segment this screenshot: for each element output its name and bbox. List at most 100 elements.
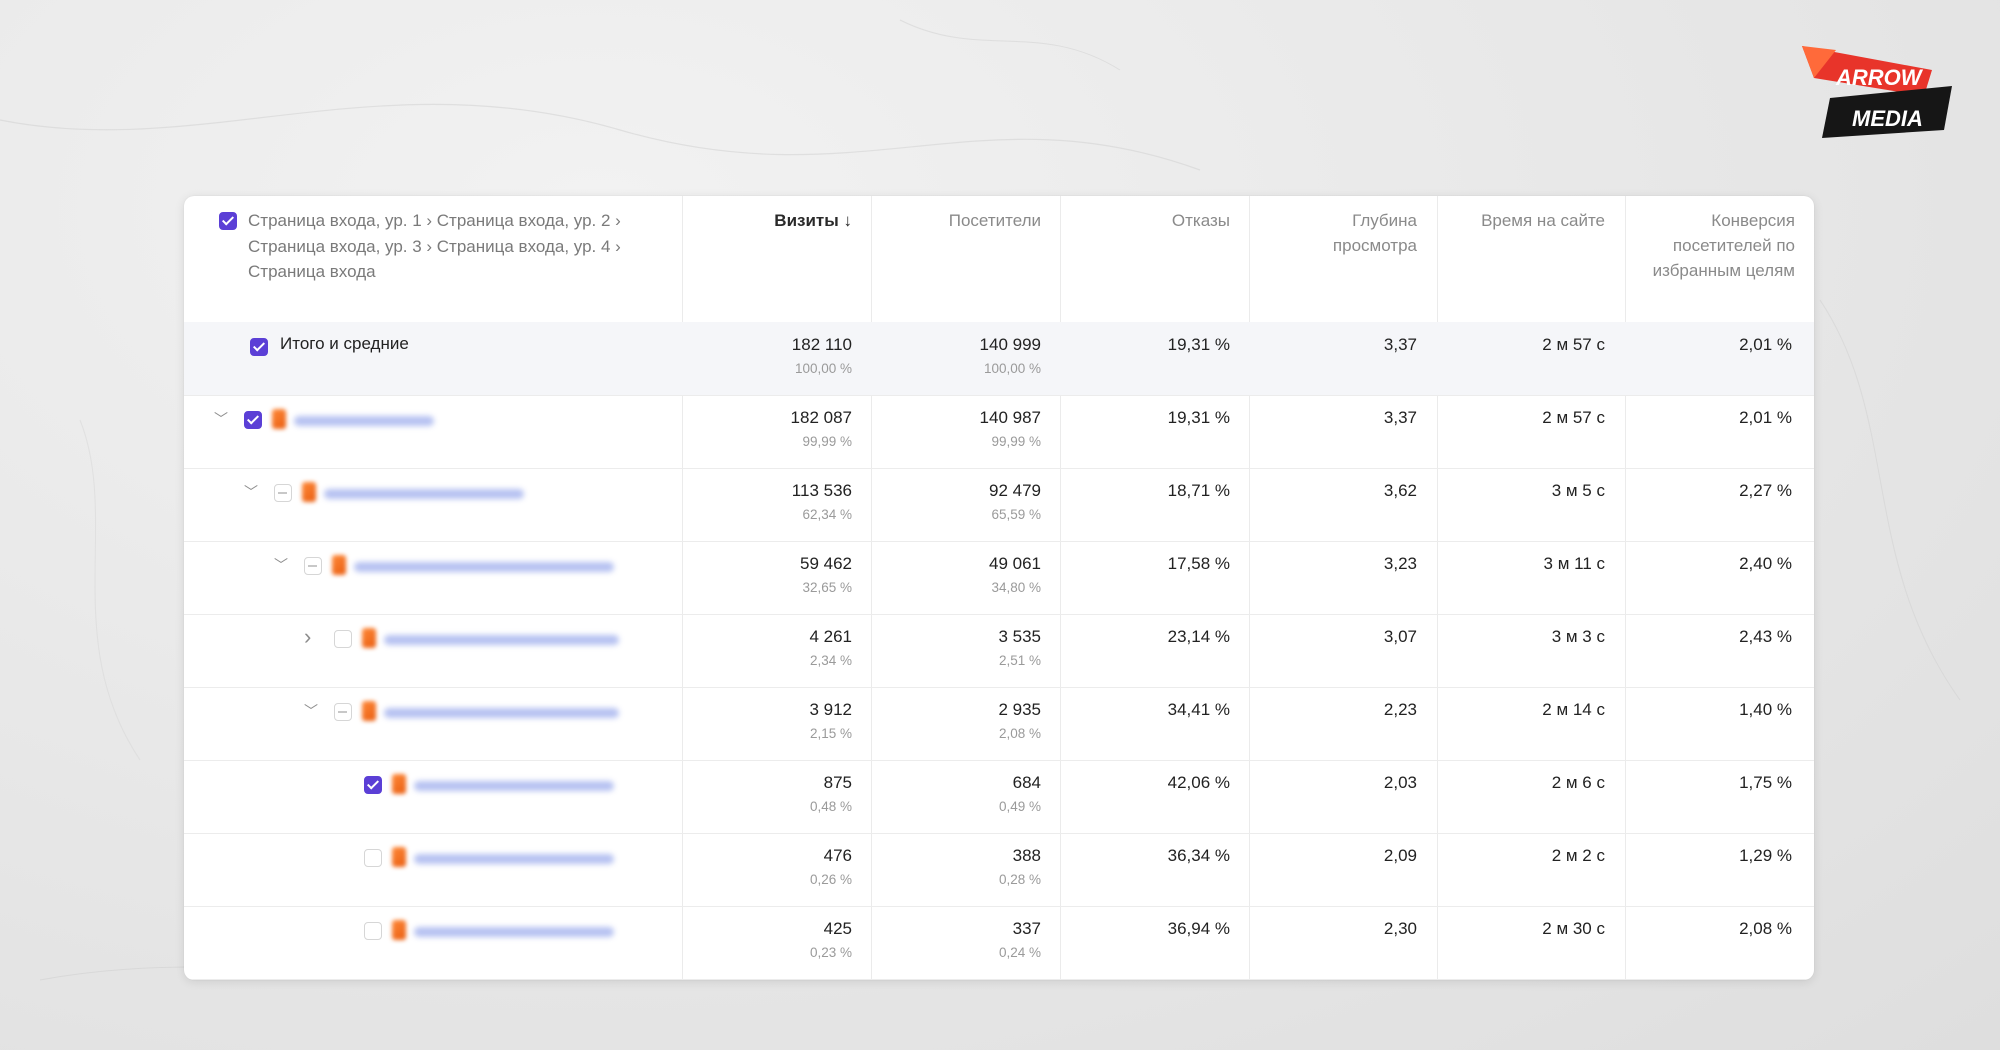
table-row[interactable]: ﹀ 182 087 99,99 % 140 987 99,99 % 19,31 % 3,37… bbox=[184, 395, 1814, 469]
visitors-share: 65,59 % bbox=[991, 507, 1041, 522]
visits-share: 62,34 % bbox=[802, 507, 852, 522]
conversion-value: 2,01 % bbox=[1739, 408, 1792, 427]
chevron-down-icon[interactable]: ﹀ bbox=[274, 555, 288, 575]
visits-share: 0,48 % bbox=[809, 799, 852, 814]
table-row[interactable]: ﹀ 113 536 62,34 % 92 479 65,59 % 18,71 % 3,62 3… bbox=[184, 468, 1814, 542]
row-checkbox[interactable] bbox=[334, 703, 352, 721]
column-header-bounces[interactable]: Отказы bbox=[1060, 208, 1230, 233]
bounces-value: 36,34 % bbox=[1167, 846, 1230, 865]
column-header-conversion[interactable]: Конверсия посетителей по избранным целям bbox=[1625, 208, 1795, 283]
row-checkbox[interactable] bbox=[334, 630, 352, 648]
row-checkbox[interactable] bbox=[244, 411, 262, 429]
bounces-value: 19,31 % bbox=[1167, 335, 1230, 354]
report-table: Страница входа, ур. 1 › Страница входа, … bbox=[184, 196, 1814, 980]
row-checkbox[interactable] bbox=[364, 776, 382, 794]
visitors-share: 0,49 % bbox=[998, 799, 1041, 814]
row-checkbox[interactable] bbox=[364, 849, 382, 867]
visitors-value: 337 bbox=[1012, 919, 1041, 938]
conversion-value: 2,40 % bbox=[1739, 554, 1792, 573]
bounces-value: 36,94 % bbox=[1167, 919, 1230, 938]
visits-value: 3 912 bbox=[809, 700, 852, 719]
page-url-link[interactable] bbox=[414, 854, 614, 864]
bounces-value: 34,41 % bbox=[1167, 700, 1230, 719]
page-url-link[interactable] bbox=[294, 416, 434, 426]
visits-share: 100,00 % bbox=[794, 361, 852, 376]
chevron-down-icon[interactable]: ﹀ bbox=[244, 482, 258, 502]
favicon-icon bbox=[362, 701, 376, 721]
visits-share: 0,26 % bbox=[809, 872, 852, 887]
column-header-time[interactable]: Время на сайте bbox=[1437, 208, 1605, 233]
bounces-value: 19,31 % bbox=[1167, 408, 1230, 427]
row-checkbox[interactable] bbox=[274, 484, 292, 502]
visits-value: 425 bbox=[823, 919, 852, 938]
row-checkbox[interactable] bbox=[364, 922, 382, 940]
favicon-icon bbox=[392, 920, 406, 940]
totals-label: Итого и средние bbox=[280, 334, 409, 353]
table-row[interactable]: 476 0,26 % 388 0,28 % 36,34 % 2,09 2 м 2 с 1,29… bbox=[184, 833, 1814, 907]
time-value: 2 м 30 с bbox=[1542, 919, 1605, 938]
visitors-value: 2 935 bbox=[998, 700, 1041, 719]
visitors-share: 0,28 % bbox=[998, 872, 1041, 887]
row-checkbox[interactable] bbox=[304, 557, 322, 575]
page-url-link[interactable] bbox=[414, 781, 614, 791]
visitors-value: 140 987 bbox=[979, 408, 1041, 427]
table-header: Страница входа, ур. 1 › Страница входа, … bbox=[184, 196, 1814, 323]
visits-share: 2,15 % bbox=[809, 726, 852, 741]
visitors-value: 49 061 bbox=[989, 554, 1041, 573]
visits-share: 99,99 % bbox=[802, 434, 852, 449]
visitors-value: 3 535 bbox=[998, 627, 1041, 646]
table-row[interactable]: ﹀ 59 462 32,65 % 49 061 34,80 % 17,58 % 3,23 3 … bbox=[184, 541, 1814, 615]
visitors-value: 140 999 bbox=[979, 335, 1041, 354]
visits-value: 875 bbox=[823, 773, 852, 792]
favicon-icon bbox=[392, 847, 406, 867]
conversion-value: 1,75 % bbox=[1739, 773, 1792, 792]
table-row[interactable]: 875 0,48 % 684 0,49 % 42,06 % 2,03 2 м 6 с 1,75… bbox=[184, 760, 1814, 834]
arrow-media-logo: ARROW MEDIA bbox=[1802, 46, 1952, 138]
visits-share: 0,23 % bbox=[809, 945, 852, 960]
conversion-value: 2,01 % bbox=[1739, 335, 1792, 354]
bounces-value: 17,58 % bbox=[1167, 554, 1230, 573]
visitors-share: 0,24 % bbox=[998, 945, 1041, 960]
visits-value: 59 462 bbox=[800, 554, 852, 573]
favicon-icon bbox=[332, 555, 346, 575]
visits-value: 113 536 bbox=[791, 481, 852, 500]
page-url-link[interactable] bbox=[384, 708, 619, 718]
chevron-down-icon[interactable]: ﹀ bbox=[214, 409, 228, 429]
visitors-value: 388 bbox=[1012, 846, 1041, 865]
conversion-value: 1,40 % bbox=[1739, 700, 1792, 719]
page-url-link[interactable] bbox=[354, 562, 614, 572]
visits-value: 182 087 bbox=[790, 408, 852, 427]
column-header-depth[interactable]: Глубина просмотра bbox=[1249, 208, 1417, 258]
logo-line-2: MEDIA bbox=[1852, 106, 1923, 131]
table-row[interactable]: ﹀ 3 912 2,15 % 2 935 2,08 % 34,41 % 2,23 2 м 14… bbox=[184, 687, 1814, 761]
favicon-icon bbox=[272, 409, 286, 429]
page-url-link[interactable] bbox=[324, 489, 524, 499]
visitors-share: 2,08 % bbox=[998, 726, 1041, 741]
chevron-right-icon[interactable]: › bbox=[304, 624, 311, 650]
favicon-icon bbox=[392, 774, 406, 794]
dimension-header[interactable]: Страница входа, ур. 1 › Страница входа, … bbox=[248, 208, 648, 285]
select-all-checkbox[interactable] bbox=[219, 212, 237, 230]
favicon-icon bbox=[302, 482, 316, 502]
visitors-share: 2,51 % bbox=[998, 653, 1041, 668]
visitors-share: 99,99 % bbox=[991, 434, 1041, 449]
depth-value: 3,62 bbox=[1383, 481, 1417, 500]
visits-value: 182 110 bbox=[791, 335, 852, 354]
table-row[interactable]: 425 0,23 % 337 0,24 % 36,94 % 2,30 2 м 30 с 2,0… bbox=[184, 906, 1814, 980]
conversion-value: 2,08 % bbox=[1739, 919, 1792, 938]
time-value: 2 м 57 с bbox=[1542, 335, 1605, 354]
time-value: 2 м 14 с bbox=[1542, 700, 1605, 719]
page-url-link[interactable] bbox=[414, 927, 614, 937]
bounces-value: 18,71 % bbox=[1167, 481, 1230, 500]
time-value: 2 м 57 с bbox=[1542, 408, 1605, 427]
column-header-visits[interactable]: Визиты ↓ bbox=[682, 208, 852, 233]
chevron-down-icon[interactable]: ﹀ bbox=[304, 701, 318, 721]
depth-value: 2,09 bbox=[1383, 846, 1417, 865]
page-url-link[interactable] bbox=[384, 635, 619, 645]
visitors-value: 92 479 bbox=[989, 481, 1041, 500]
visits-share: 32,65 % bbox=[802, 580, 852, 595]
column-header-visitors[interactable]: Посетители bbox=[871, 208, 1041, 233]
table-row[interactable]: › 4 261 2,34 % 3 535 2,51 % 23,14 % 3,07 3 м 3 … bbox=[184, 614, 1814, 688]
depth-value: 2,03 bbox=[1383, 773, 1417, 792]
totals-checkbox[interactable] bbox=[250, 338, 268, 356]
